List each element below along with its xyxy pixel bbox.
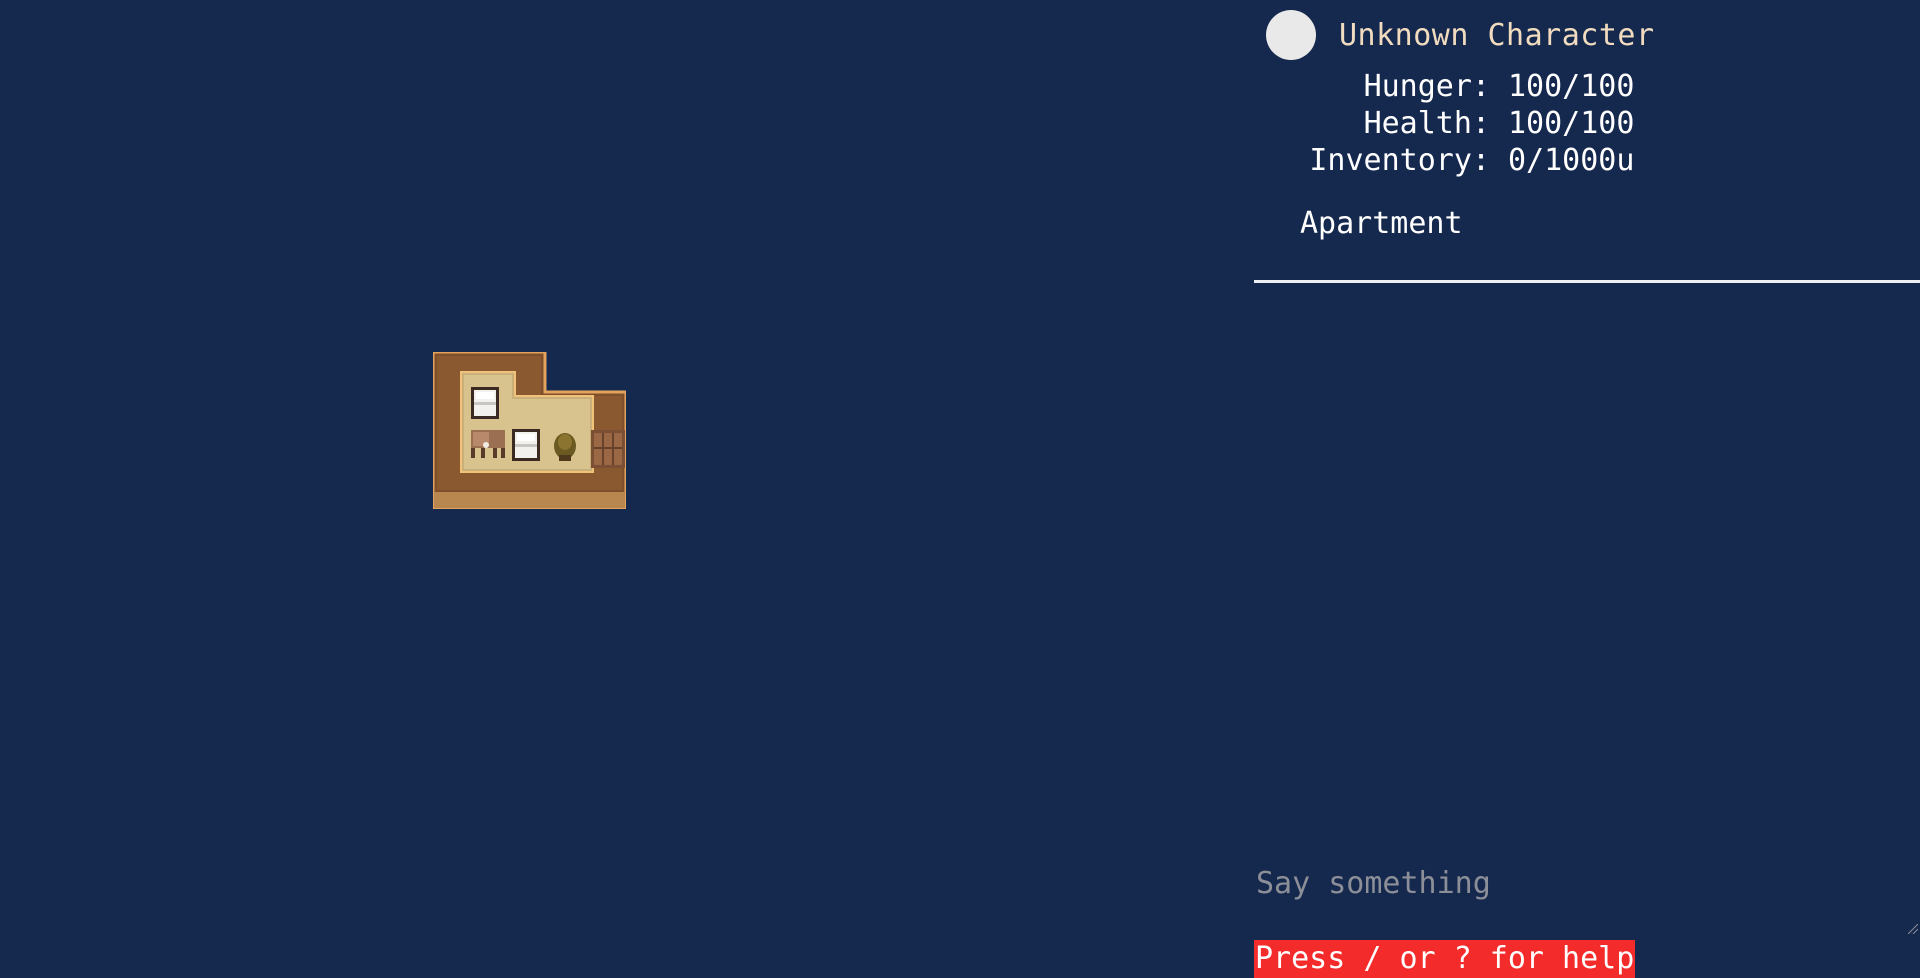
- character-header: Unknown Character: [1266, 10, 1655, 60]
- door-icon[interactable]: [591, 430, 625, 468]
- divider: [1254, 280, 1920, 283]
- stat-value: 100/100: [1508, 69, 1635, 104]
- resize-grip-icon[interactable]: [1908, 924, 1918, 934]
- side-panel: Unknown Character Hunger: 100/100 Health:…: [1254, 0, 1920, 978]
- potted-plant-icon[interactable]: [551, 428, 579, 462]
- second-bed-icon[interactable]: [511, 428, 541, 462]
- stat-label: Health:: [1363, 106, 1490, 141]
- location-label: Apartment: [1300, 206, 1463, 241]
- stats-list: Hunger: 100/100 Health: 100/100 Inventory:…: [1300, 68, 1634, 179]
- stat-value: 0/1000u: [1508, 143, 1635, 178]
- game-world-canvas[interactable]: [0, 0, 1254, 978]
- stat-value: 100/100: [1508, 106, 1635, 141]
- stat-inventory: Inventory: 0/1000u: [1300, 142, 1634, 179]
- stat-label: Hunger:: [1363, 69, 1490, 104]
- bed-icon[interactable]: [470, 386, 500, 420]
- player-sprite[interactable]: [469, 426, 507, 460]
- stat-label: Inventory:: [1309, 143, 1490, 178]
- avatar[interactable]: [1266, 10, 1316, 60]
- chat-input[interactable]: [1254, 858, 1918, 908]
- help-hint[interactable]: Press / or ? for help: [1254, 940, 1636, 978]
- character-name: Unknown Character: [1339, 17, 1655, 53]
- stat-health: Health: 100/100: [1300, 105, 1635, 142]
- game-screen: Unknown Character Hunger: 100/100 Health:…: [0, 0, 1920, 978]
- apartment-room: [433, 352, 626, 509]
- stat-hunger: Hunger: 100/100: [1300, 68, 1635, 105]
- message-log[interactable]: [1254, 290, 1920, 850]
